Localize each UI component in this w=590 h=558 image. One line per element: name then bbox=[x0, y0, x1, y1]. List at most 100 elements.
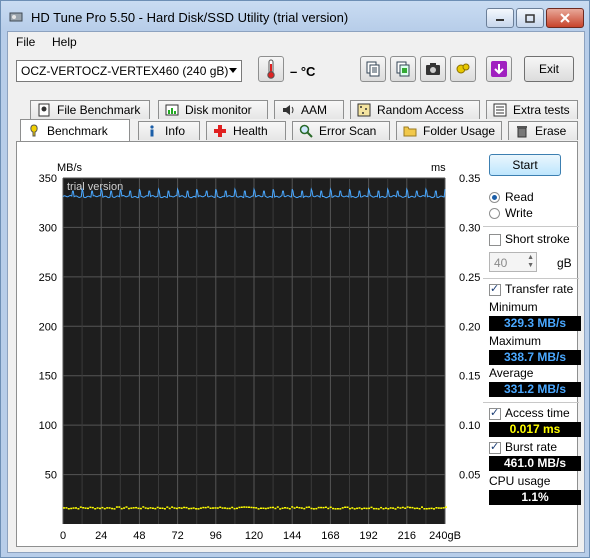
access-time-point bbox=[113, 508, 116, 510]
access-time-point bbox=[339, 508, 342, 510]
access-time-point bbox=[135, 506, 138, 509]
access-time-point bbox=[370, 506, 373, 509]
access-time-point bbox=[75, 507, 77, 509]
temperature-readout: – °C bbox=[290, 64, 316, 79]
info-icon bbox=[150, 125, 154, 137]
access-time-point bbox=[139, 507, 142, 510]
access-time-point bbox=[281, 507, 284, 509]
access-time-point bbox=[168, 507, 171, 510]
access-time-point bbox=[243, 506, 246, 508]
read-radio[interactable] bbox=[489, 192, 500, 203]
menu-help[interactable]: Help bbox=[52, 35, 77, 49]
title-bar[interactable]: HD Tune Pro 5.50 - Hard Disk/SSD Utility… bbox=[1, 1, 589, 31]
access-time-point bbox=[368, 507, 371, 510]
start-button[interactable]: Start bbox=[489, 154, 561, 176]
tab-file-benchmark[interactable]: File Benchmark bbox=[30, 100, 150, 119]
save-screenshot-button[interactable] bbox=[420, 56, 446, 82]
maximum-label: Maximum bbox=[489, 334, 542, 348]
access-time-point bbox=[375, 507, 378, 510]
access-time-point bbox=[310, 507, 313, 510]
y-left-tick-label: 250 bbox=[39, 272, 57, 284]
access-time-point bbox=[296, 506, 298, 508]
short-stroke-spinner[interactable]: 40 ▲ ▼ bbox=[489, 252, 537, 272]
y-right-tick-label: 0.20 bbox=[459, 321, 480, 333]
access-time-point bbox=[293, 507, 296, 509]
access-time-point bbox=[298, 507, 301, 509]
download-button[interactable] bbox=[486, 56, 512, 82]
access-time-point bbox=[228, 507, 231, 510]
write-label: Write bbox=[505, 206, 533, 220]
thermometer-icon bbox=[267, 59, 275, 79]
x-tick-label: 120 bbox=[245, 530, 263, 542]
y-left-tick-label: 350 bbox=[39, 173, 57, 185]
access-time-point bbox=[392, 507, 395, 509]
access-time-point bbox=[360, 508, 363, 510]
access-time-point bbox=[118, 506, 121, 508]
write-radio[interactable] bbox=[489, 208, 500, 219]
minimize-button[interactable] bbox=[486, 8, 514, 28]
access-time-point bbox=[260, 507, 262, 509]
x-tick-label: 96 bbox=[210, 530, 222, 542]
tab-aam[interactable]: AAM bbox=[274, 100, 344, 119]
tab-label: Health bbox=[233, 124, 268, 138]
menu-file[interactable]: File bbox=[16, 35, 35, 49]
temperature-button[interactable] bbox=[258, 56, 284, 82]
access-time-point bbox=[334, 508, 337, 510]
x-tick-label: 48 bbox=[133, 530, 145, 542]
copy-screenshot-icon bbox=[396, 61, 410, 77]
tab-health[interactable]: Health bbox=[206, 121, 286, 140]
divider bbox=[483, 226, 579, 227]
access-time-point bbox=[406, 506, 409, 508]
access-time-point bbox=[91, 506, 94, 509]
close-button[interactable] bbox=[546, 8, 584, 28]
maximize-button[interactable] bbox=[516, 8, 544, 28]
access-time-point bbox=[120, 507, 123, 510]
transfer-rate-checkbox[interactable] bbox=[489, 282, 501, 296]
tab-info[interactable]: Info bbox=[138, 121, 200, 140]
access-time-point bbox=[365, 507, 368, 510]
tab-disk-monitor[interactable]: Disk monitor bbox=[158, 100, 268, 119]
access-time-point bbox=[308, 506, 311, 508]
tab-extra-tests[interactable]: Extra tests bbox=[486, 100, 578, 119]
access-time-point bbox=[154, 507, 157, 510]
access-time-point bbox=[430, 507, 433, 510]
tab-benchmark[interactable]: Benchmark bbox=[20, 119, 130, 141]
tab-random-access[interactable]: Random Access bbox=[350, 100, 480, 119]
cpu-usage-value: 1.1% bbox=[489, 490, 581, 505]
exit-button[interactable]: Exit bbox=[524, 56, 574, 82]
divider bbox=[483, 278, 579, 279]
burst-rate-checkbox[interactable] bbox=[489, 440, 501, 454]
access-time-point bbox=[231, 506, 234, 509]
access-time-point bbox=[257, 508, 260, 510]
copy-text-button[interactable] bbox=[360, 56, 386, 82]
access-time-point bbox=[190, 507, 193, 510]
access-time-point bbox=[346, 506, 349, 508]
access-time-point bbox=[380, 506, 383, 509]
short-stroke-checkbox[interactable] bbox=[489, 234, 501, 246]
access-time-point bbox=[425, 508, 428, 510]
tab-folder-usage[interactable]: Folder Usage bbox=[396, 121, 502, 140]
copy-text-icon bbox=[366, 61, 380, 77]
options-button[interactable] bbox=[450, 56, 476, 82]
drive-select[interactable]: OCZ-VERTOCZ-VERTEX460 (240 gB) bbox=[16, 60, 242, 82]
access-time-point bbox=[67, 508, 70, 510]
access-time-point bbox=[394, 508, 397, 510]
access-time-point bbox=[94, 508, 97, 510]
access-time-point bbox=[288, 508, 291, 510]
access-time-checkbox[interactable] bbox=[489, 406, 501, 420]
tab-label: Random Access bbox=[377, 103, 464, 117]
copy-screenshot-button[interactable] bbox=[390, 56, 416, 82]
access-time-point bbox=[401, 506, 404, 509]
tab-erase[interactable]: Erase bbox=[508, 121, 578, 140]
menu-bar: File Help bbox=[8, 32, 584, 52]
tab-label: Folder Usage bbox=[423, 124, 496, 138]
tab-error-scan[interactable]: Error Scan bbox=[292, 121, 390, 140]
spin-up-icon[interactable]: ▲ bbox=[527, 254, 534, 261]
short-stroke-label: Short stroke bbox=[505, 232, 570, 246]
disk-monitor-icon bbox=[165, 104, 179, 116]
access-time-point bbox=[252, 506, 255, 509]
spin-down-icon[interactable]: ▼ bbox=[527, 262, 534, 269]
access-time-point bbox=[192, 507, 195, 509]
access-time-point bbox=[435, 507, 438, 509]
access-time-point bbox=[279, 508, 282, 510]
